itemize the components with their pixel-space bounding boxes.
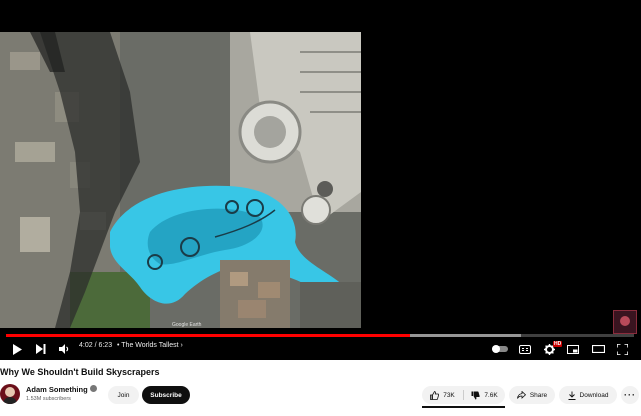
dislike-button[interactable]: 7.6K: [464, 386, 505, 404]
download-icon: [568, 391, 576, 400]
chapter-title[interactable]: • The Worlds Tallest ›: [117, 342, 183, 349]
captions-button[interactable]: [518, 338, 532, 360]
verified-icon: [90, 385, 97, 392]
next-icon: [36, 344, 46, 354]
time-display: 4:02 / 6:23: [79, 342, 113, 349]
download-button[interactable]: Download: [559, 386, 617, 404]
thumbs-down-icon: [471, 391, 480, 399]
play-button[interactable]: [10, 338, 24, 360]
player-controls: 4:02 / 6:23 • The Worlds Tallest › HD: [0, 338, 641, 360]
fullscreen-icon: [616, 343, 628, 355]
channel-watermark-icon[interactable]: [613, 310, 637, 334]
subscribe-button[interactable]: Subscribe: [142, 386, 190, 404]
play-icon: [13, 343, 22, 355]
subscriber-count: 1.53M subscribers: [26, 396, 71, 402]
like-dislike-group: 73K 7.6K: [422, 386, 505, 404]
thumbs-up-icon: [430, 390, 440, 400]
channel-name[interactable]: Adam Something: [26, 385, 88, 394]
autoplay-toggle-icon: [492, 345, 508, 353]
more-actions-button[interactable]: ···: [621, 386, 639, 404]
like-button[interactable]: 73K: [422, 386, 463, 404]
progress-played: [6, 334, 410, 337]
share-icon: [516, 391, 526, 399]
captions-icon: [519, 344, 531, 354]
download-label: Download: [579, 391, 609, 399]
volume-button[interactable]: [57, 338, 71, 360]
autoplay-toggle[interactable]: [491, 338, 509, 360]
volume-icon: [58, 344, 68, 354]
next-button[interactable]: [34, 338, 48, 360]
like-count: 73K: [443, 391, 455, 399]
join-button[interactable]: Join: [108, 386, 139, 404]
like-ratio-bar: [422, 406, 505, 408]
fullscreen-button[interactable]: [614, 338, 630, 360]
video-player[interactable]: Google Earth 4:02 / 6:23 • The Worlds Ta…: [0, 0, 641, 360]
miniplayer-button[interactable]: [566, 338, 580, 360]
chapter-label: • The Worlds Tallest: [117, 342, 179, 349]
theater-icon: [591, 345, 605, 353]
share-button[interactable]: Share: [509, 386, 555, 404]
share-label: Share: [529, 391, 548, 399]
aerial-city-view: Google Earth: [0, 32, 361, 328]
progress-bar[interactable]: [6, 334, 634, 337]
video-title: Why We Shouldn't Build Skyscrapers: [0, 367, 160, 377]
chevron-right-icon: ›: [180, 342, 183, 349]
hd-badge: HD: [553, 341, 563, 347]
dislike-count: 7.6K: [484, 391, 498, 399]
theater-button[interactable]: [590, 338, 606, 360]
video-frame[interactable]: Google Earth: [0, 32, 361, 328]
google-earth-watermark: Google Earth: [172, 322, 202, 328]
miniplayer-icon: [567, 344, 579, 354]
avatar[interactable]: [0, 384, 20, 404]
